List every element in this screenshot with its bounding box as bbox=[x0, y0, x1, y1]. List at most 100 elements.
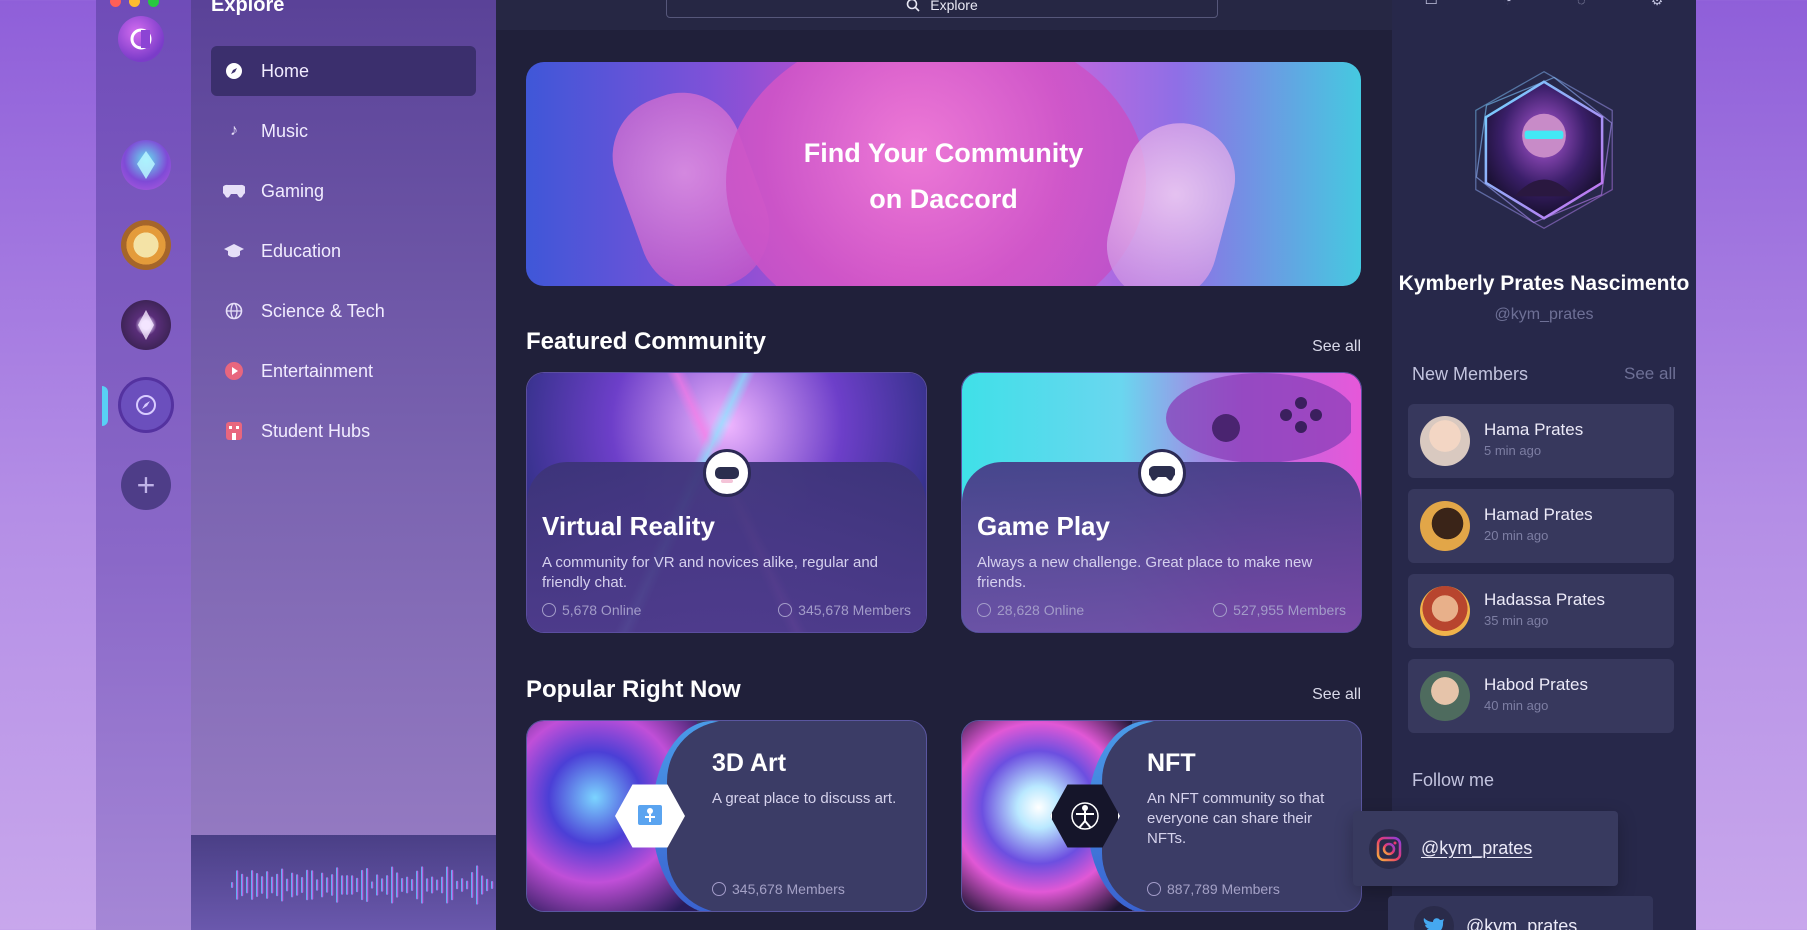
waveform-bar bbox=[481, 875, 484, 895]
search-input[interactable]: Explore bbox=[666, 0, 1218, 18]
nav-item-gaming[interactable]: Gaming bbox=[211, 166, 476, 216]
app-logo[interactable] bbox=[118, 16, 164, 62]
active-server-indicator bbox=[102, 386, 108, 426]
card-description: A community for VR and novices alike, re… bbox=[542, 554, 878, 591]
nav-item-home[interactable]: Home bbox=[211, 46, 476, 96]
waveform-bar bbox=[331, 874, 334, 896]
nav-item-label: Science & Tech bbox=[261, 300, 385, 321]
featured-see-all-link[interactable]: See all bbox=[1312, 338, 1361, 356]
online-count-label: 5,678 Online bbox=[562, 602, 642, 618]
popular-see-all-link[interactable]: See all bbox=[1312, 686, 1361, 704]
instagram-handle: @kym_prates bbox=[1421, 838, 1533, 858]
instagram-icon bbox=[1369, 828, 1409, 869]
waveform-bar bbox=[316, 879, 319, 891]
nav-item-label: Entertainment bbox=[261, 360, 374, 381]
ramen-server-icon[interactable] bbox=[121, 220, 171, 270]
profile-panel: ▭ ◔ ◌ ⚙ Kymberly Prates Nascimento @kym_… bbox=[1392, 0, 1696, 930]
chat-icon[interactable]: ◌ bbox=[1577, 0, 1585, 12]
user-icon bbox=[1147, 882, 1161, 896]
inbox-icon[interactable]: ▭ bbox=[1425, 0, 1438, 12]
popular-card-3d-art[interactable]: 3D Art A great place to discuss art. 345… bbox=[526, 720, 927, 912]
user-icon bbox=[1213, 603, 1228, 617]
online-count: 28,628 Online bbox=[977, 602, 1084, 618]
gear-icon[interactable]: ⚙ bbox=[1651, 0, 1664, 12]
featured-card-game-play[interactable]: Game Play Always a new challenge. Great … bbox=[961, 372, 1362, 633]
add-server-button[interactable]: + bbox=[121, 460, 171, 510]
waveform-bar bbox=[356, 877, 359, 893]
graduation-cap-icon bbox=[223, 240, 245, 262]
member-row[interactable]: Hamad Prates 20 min ago bbox=[1408, 489, 1674, 563]
building-icon bbox=[223, 420, 245, 442]
waveform-bar bbox=[341, 875, 344, 895]
waveform-bar bbox=[491, 881, 494, 889]
twitter-icon bbox=[1414, 906, 1454, 930]
card-title: NFT bbox=[1147, 749, 1196, 777]
member-name: Hadassa Prates bbox=[1484, 590, 1605, 609]
nav-item-label: Education bbox=[261, 240, 342, 261]
hero-title: Find Your Community on Daccord bbox=[526, 130, 1361, 222]
controller-icon bbox=[1137, 449, 1186, 497]
waveform-bar bbox=[266, 871, 269, 899]
waveform-bar bbox=[381, 878, 384, 892]
nav-item-label: Student Hubs bbox=[261, 420, 371, 441]
waveform-bar bbox=[396, 872, 399, 898]
waveform-bar bbox=[286, 878, 289, 892]
new-members-see-all-link[interactable]: See all bbox=[1624, 364, 1676, 384]
member-row[interactable]: Habod Prates 40 min ago bbox=[1408, 659, 1674, 733]
hero-title-line1: Find Your Community bbox=[803, 138, 1084, 168]
right-toolbar: ▭ ◔ ◌ ⚙ bbox=[1392, 0, 1696, 12]
minimize-window-button[interactable] bbox=[129, 0, 140, 7]
nav-item-education[interactable]: Education bbox=[211, 226, 476, 276]
waveform-bar bbox=[296, 874, 299, 896]
waveform-bar bbox=[486, 878, 489, 892]
member-count-label: 345,678 Members bbox=[798, 602, 911, 618]
waveform-bar bbox=[441, 876, 444, 894]
featured-card-virtual-reality[interactable]: Virtual Reality A community for VR and n… bbox=[526, 372, 927, 633]
card-title: Virtual Reality bbox=[542, 511, 715, 541]
waveform-bar bbox=[326, 877, 329, 893]
popular-card-nft[interactable]: NFT An NFT community so that everyone ca… bbox=[961, 720, 1362, 912]
member-count: 887,789 Members bbox=[1147, 881, 1280, 897]
waveform-bar bbox=[231, 882, 234, 888]
music-note-icon: ♪ bbox=[230, 122, 238, 139]
twitter-link[interactable]: @kym_prates bbox=[1388, 896, 1653, 930]
profile-avatar[interactable] bbox=[1464, 70, 1624, 230]
waveform-bar bbox=[451, 869, 454, 901]
user-icon bbox=[778, 603, 793, 617]
waveform-bar bbox=[421, 866, 424, 904]
online-count: 5,678 Online bbox=[542, 602, 641, 618]
card-title: Game Play bbox=[977, 511, 1110, 541]
crystal-server-icon[interactable] bbox=[121, 140, 171, 190]
gem-server-icon[interactable] bbox=[121, 300, 171, 350]
bell-icon[interactable]: ◔ bbox=[1503, 0, 1511, 12]
waveform-bar bbox=[276, 873, 279, 897]
avatar bbox=[1420, 501, 1470, 551]
maximize-window-button[interactable] bbox=[148, 0, 159, 7]
online-icon bbox=[977, 603, 991, 617]
member-time: 40 min ago bbox=[1484, 698, 1549, 713]
nav-item-music[interactable]: ♪ Music bbox=[211, 106, 476, 156]
member-row[interactable]: Hama Prates 5 min ago bbox=[1408, 404, 1674, 478]
member-count: 527,955 Members bbox=[1213, 602, 1346, 618]
waveform-bar bbox=[251, 870, 254, 900]
nav-item-entertainment[interactable]: Entertainment bbox=[211, 346, 476, 396]
member-name: Habod Prates bbox=[1484, 675, 1588, 694]
user-icon bbox=[712, 882, 726, 896]
nav-item-student-hubs[interactable]: Student Hubs bbox=[211, 406, 476, 456]
member-name: Hama Prates bbox=[1484, 420, 1584, 439]
nav-item-label: Home bbox=[261, 60, 310, 81]
waveform-bar bbox=[301, 876, 304, 894]
avatar-hexagon bbox=[1475, 70, 1613, 230]
member-row[interactable]: Hadassa Prates 35 min ago bbox=[1408, 574, 1674, 648]
instagram-link[interactable]: @kym_prates bbox=[1353, 811, 1618, 886]
main-content: Explore Find Your Community on Daccord F… bbox=[496, 0, 1392, 930]
explore-server-icon[interactable] bbox=[121, 380, 171, 430]
nav-item-science-tech[interactable]: Science & Tech bbox=[211, 286, 476, 336]
hero-banner[interactable]: Find Your Community on Daccord bbox=[526, 62, 1361, 286]
card-title: 3D Art bbox=[712, 749, 787, 777]
waveform-bar bbox=[416, 870, 419, 900]
close-window-button[interactable] bbox=[110, 0, 121, 7]
avatar bbox=[1420, 586, 1470, 636]
card-description: An NFT community so that everyone can sh… bbox=[1147, 790, 1325, 847]
compass-icon bbox=[223, 60, 245, 82]
